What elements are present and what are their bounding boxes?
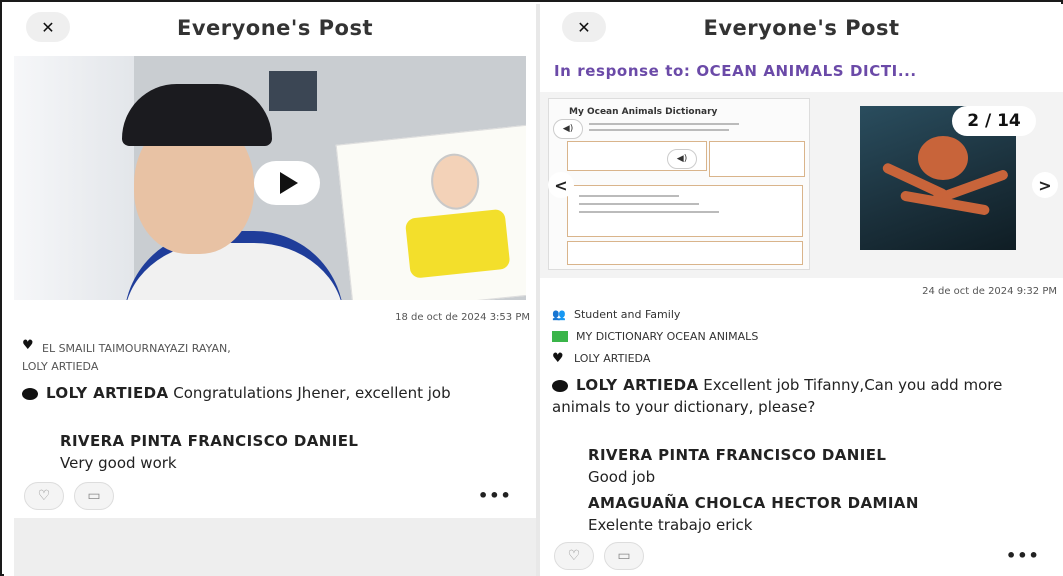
page-title: Everyone's Post [176,16,374,40]
reply-author[interactable]: AMAGUAÑA CHOLCA HECTOR DAMIAN [588,492,919,514]
image-carousel[interactable]: My Ocean Animals Dictionary ◀) ◀) 2 / 14 [540,92,1063,278]
more-options-button[interactable]: ••• [1006,546,1040,565]
comment: LOLY ARTIEDA Congratulations Jhener, exc… [22,382,522,404]
assignment-tag: MY DICTIONARY OCEAN ANIMALS [552,330,758,343]
people-icon: 👥 [552,307,566,321]
like-button[interactable]: ♡ [24,482,64,510]
post-date: 24 de oct de 2024 9:32 PM [922,286,1057,297]
footer-area [14,518,536,576]
comment-outline-icon: ▭ [617,548,631,564]
response-link[interactable]: In response to: OCEAN ANIMALS DICTI... [554,62,917,80]
close-button[interactable]: ✕ [562,12,606,42]
comment-author[interactable]: LOLY ARTIEDA [46,384,169,402]
reply: RIVERA PINTA FRANCISCO DANIEL Very good … [60,430,358,474]
comment-author[interactable]: LOLY ARTIEDA [576,376,699,394]
heart-outline-icon: ♡ [567,548,581,564]
video-thumbnail[interactable] [14,56,526,300]
like-button[interactable]: ♡ [554,542,594,570]
doc-title: My Ocean Animals Dictionary [569,107,718,117]
speaker-icon[interactable]: ◀) [667,149,697,169]
heart-icon: ♥ [552,350,564,366]
post-actions: ♡ ▭ [554,542,644,570]
post-actions: ♡ ▭ [24,482,114,510]
reply-author[interactable]: RIVERA PINTA FRANCISCO DANIEL [588,444,886,466]
image-counter: 2 / 14 [952,106,1036,136]
comment-icon [552,379,568,392]
assignment-label[interactable]: MY DICTIONARY OCEAN ANIMALS [576,330,758,343]
folder-icon [552,331,568,342]
liker-name: EL SMAILI TAIMOURNAYAZI RAYAN, [42,342,231,355]
right-post-panel: ✕ Everyone's Post In response to: OCEAN … [540,4,1063,576]
right-header: ✕ Everyone's Post [540,4,1063,52]
speaker-icon[interactable]: ◀) [553,119,583,139]
likes-row: ♥ LOLY ARTIEDA [552,350,651,366]
liker-name: LOLY ARTIEDA [574,352,651,365]
play-button[interactable] [254,161,320,205]
comment-text: Congratulations Jhener, excellent job [173,384,451,402]
liker-name: LOLY ARTIEDA [22,360,99,373]
comment-icon [22,387,38,400]
screenshot-frame: ✕ Everyone's Post 18 de oct de 2024 3:53… [0,0,1063,576]
heart-outline-icon: ♡ [37,488,51,504]
reply: RIVERA PINTA FRANCISCO DANIEL Good job [588,444,886,488]
comment: LOLY ARTIEDA Excellent job Tifanny,Can y… [552,374,1052,418]
reply-text: Exelente trabajo erick [588,516,753,534]
close-button[interactable]: ✕ [26,12,70,42]
page-title: Everyone's Post [703,16,900,40]
audience-tag: 👥 Student and Family [552,308,680,321]
comment-button[interactable]: ▭ [604,542,644,570]
reply-author[interactable]: RIVERA PINTA FRANCISCO DANIEL [60,430,358,452]
play-icon [280,172,298,194]
comment-button[interactable]: ▭ [74,482,114,510]
prev-image-button[interactable]: < [548,172,574,198]
left-header: ✕ Everyone's Post [4,4,536,52]
post-date: 18 de oct de 2024 3:53 PM [395,312,530,323]
reply-text: Good job [588,468,656,486]
dictionary-document: My Ocean Animals Dictionary ◀) ◀) [548,98,810,270]
left-post-panel: ✕ Everyone's Post 18 de oct de 2024 3:53… [4,4,536,576]
drawing-image [335,124,526,300]
reply: AMAGUAÑA CHOLCA HECTOR DAMIAN Exelente t… [588,492,919,536]
more-options-button[interactable]: ••• [478,486,512,505]
reply-text: Very good work [60,454,177,472]
audience-label: Student and Family [574,308,681,321]
heart-icon: ♥ [22,338,34,353]
comment-outline-icon: ▭ [87,488,101,504]
next-image-button[interactable]: > [1032,172,1058,198]
likes-row: ♥ EL SMAILI TAIMOURNAYAZI RAYAN, LOLY AR… [22,338,422,376]
